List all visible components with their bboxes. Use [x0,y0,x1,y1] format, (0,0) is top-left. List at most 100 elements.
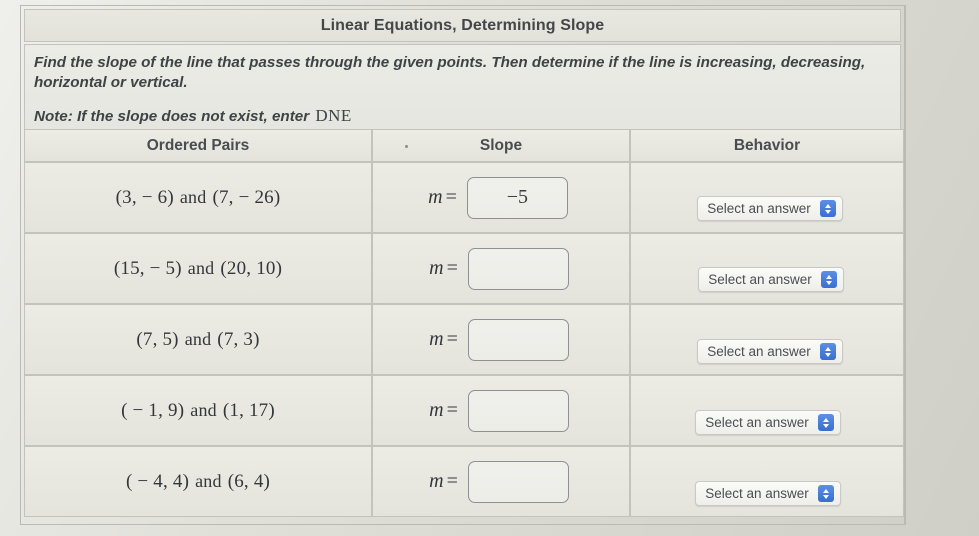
note-line: Note: If the slope does not exist, enter… [34,106,890,126]
slope-input[interactable] [467,460,569,503]
chevron-down-glyph [822,494,829,499]
slope-table: Ordered Pairs Slope Behavior (3, − 6) and… [24,129,904,517]
ordered-pair-first: (15, − 5) [113,257,182,279]
slope-input[interactable] [467,247,569,290]
ordered-pair-first: (3, − 6) [115,186,174,208]
slope-entry-group: m = [374,247,628,290]
slope-variable-m: m [429,399,444,421]
screen-canvas: Linear Equations, Determining Slope Find… [0,0,979,536]
slope-variable-m: m [429,470,444,492]
ordered-pairs-expression: ( − 1, 9) and (1, 17) [26,400,370,422]
slope-equals-sign: = [446,470,458,492]
slope-variable-label: m = [429,470,458,493]
column-header-slope: Slope [372,129,630,162]
table-row-1: (3, − 6)and(7, − 26) m= Select an answer [24,162,904,233]
instructions-block: Find the slope of the line that passes t… [24,44,901,129]
behavior-select-group: Select an answer [632,436,902,527]
ordered-pair-first: (7, 5) [136,328,179,350]
column-header-behavior-label: Behavior [733,136,801,154]
ordered-pair-second: (1, 17) [222,399,275,421]
slope-variable-m: m [429,257,444,279]
behavior-cell: Select an answer [630,446,904,517]
chevron-up-down-icon[interactable] [817,485,834,502]
ordered-pair-second: (6, 4) [227,470,271,492]
ordered-pair-conjunction: and [187,257,215,278]
slope-input[interactable] [467,318,569,361]
chevron-up-glyph [824,203,831,208]
ordered-pair-conjunction: and [190,399,217,420]
slope-input[interactable] [466,176,568,219]
behavior-select[interactable]: Select an answer [697,196,843,221]
ordered-pair-first: ( − 1, 9) [121,399,185,421]
note-label: Note: [34,108,73,126]
ordered-pair-second: (20, 10) [220,257,283,279]
ordered-pair-conjunction: and [179,186,207,207]
behavior-select-label: Select an answer [707,344,811,359]
chevron-up-glyph [822,488,829,493]
chevron-up-glyph [822,417,829,422]
chevron-down-glyph [825,280,832,285]
ordered-pairs-cell: ( − 1, 9) and (1, 17) [24,375,372,446]
slope-variable-label: m = [429,257,458,280]
behavior-select-label: Select an answer [705,486,809,501]
slope-cell: m = [372,162,630,233]
ordered-pairs-expression: (7, 5) and (7, 3) [26,329,370,351]
behavior-select[interactable]: Select an answer [698,267,844,292]
slope-equals-sign: = [445,186,457,208]
slope-variable-label: m = [429,399,458,422]
slope-variable-m: m [428,186,443,208]
chevron-up-down-icon[interactable] [819,200,836,217]
ordered-pair-second: (7, 3) [217,328,260,350]
worksheet-title-bar: Linear Equations, Determining Slope [24,9,901,42]
slope-entry-group: m = [374,389,628,432]
ordered-pair-second: (7, − 26) [212,186,281,208]
slope-entry-group: m = [374,460,628,503]
ordered-pair-conjunction: and [195,470,222,491]
behavior-select[interactable]: Select an answer [695,410,841,435]
ordered-pair-first: ( − 4, 4) [125,470,190,492]
column-header-ordered-pairs: Ordered Pairs [24,129,372,162]
slope-variable-m: m [429,328,444,350]
slope-variable-label: m = [428,186,457,209]
note-text: If the slope does not exist, enter [77,108,310,126]
worksheet-panel: Linear Equations, Determining Slope Find… [20,5,906,525]
chevron-up-down-icon[interactable] [820,271,837,288]
behavior-select-label: Select an answer [705,415,809,430]
chevron-down-glyph [824,352,831,357]
behavior-select-label: Select an answer [707,201,811,216]
slope-cell: m = [372,304,630,375]
slope-equals-sign: = [446,399,458,421]
instructions-text: Find the slope of the line that passes t… [34,54,866,92]
column-header-slope-label: Slope [479,136,523,154]
slope-equals-sign: = [446,328,458,350]
column-header-ordered-pairs-label: Ordered Pairs [146,136,250,154]
slope-input[interactable] [467,389,569,432]
page-title: Linear Equations, Determining Slope [320,16,605,34]
chevron-up-down-icon[interactable] [817,414,834,431]
dust-speck-artifact [405,145,408,148]
behavior-select[interactable]: Select an answer [697,339,843,364]
ordered-pairs-expression: (15, − 5) and (20, 10) [26,258,370,280]
ordered-pairs-expression: ( − 4, 4) and (6, 4) [26,471,370,493]
slope-entry-group: m = [374,318,628,361]
ordered-pair-conjunction: and [184,328,212,349]
chevron-down-glyph [824,209,831,214]
behavior-select[interactable]: Select an answer [695,481,841,506]
chevron-down-glyph [822,423,829,428]
ordered-pairs-cell: ( − 4, 4) and (6, 4) [24,446,372,517]
slope-variable-label: m = [429,328,458,351]
chevron-up-glyph [825,274,832,279]
chevron-up-down-icon[interactable] [819,343,836,360]
table-row-5: ( − 4, 4) and (6, 4) m = Select an answer [24,446,904,517]
slope-cell: m = [372,375,630,446]
ordered-pairs-cell: (3, − 6) and (7, − 26) [24,162,372,233]
behavior-select-label: Select an answer [708,272,812,287]
chevron-up-glyph [824,346,831,351]
behavior-cell: Select an answer [630,162,904,233]
ordered-pairs-expression: (3, − 6) and (7, − 26) [26,187,370,209]
slope-cell: m = [372,446,630,517]
slope-equals-sign: = [446,257,458,279]
slope-cell: m = [372,233,630,304]
note-dne-code: DNE [315,106,352,126]
ordered-pairs-cell: (7, 5) and (7, 3) [24,304,372,375]
